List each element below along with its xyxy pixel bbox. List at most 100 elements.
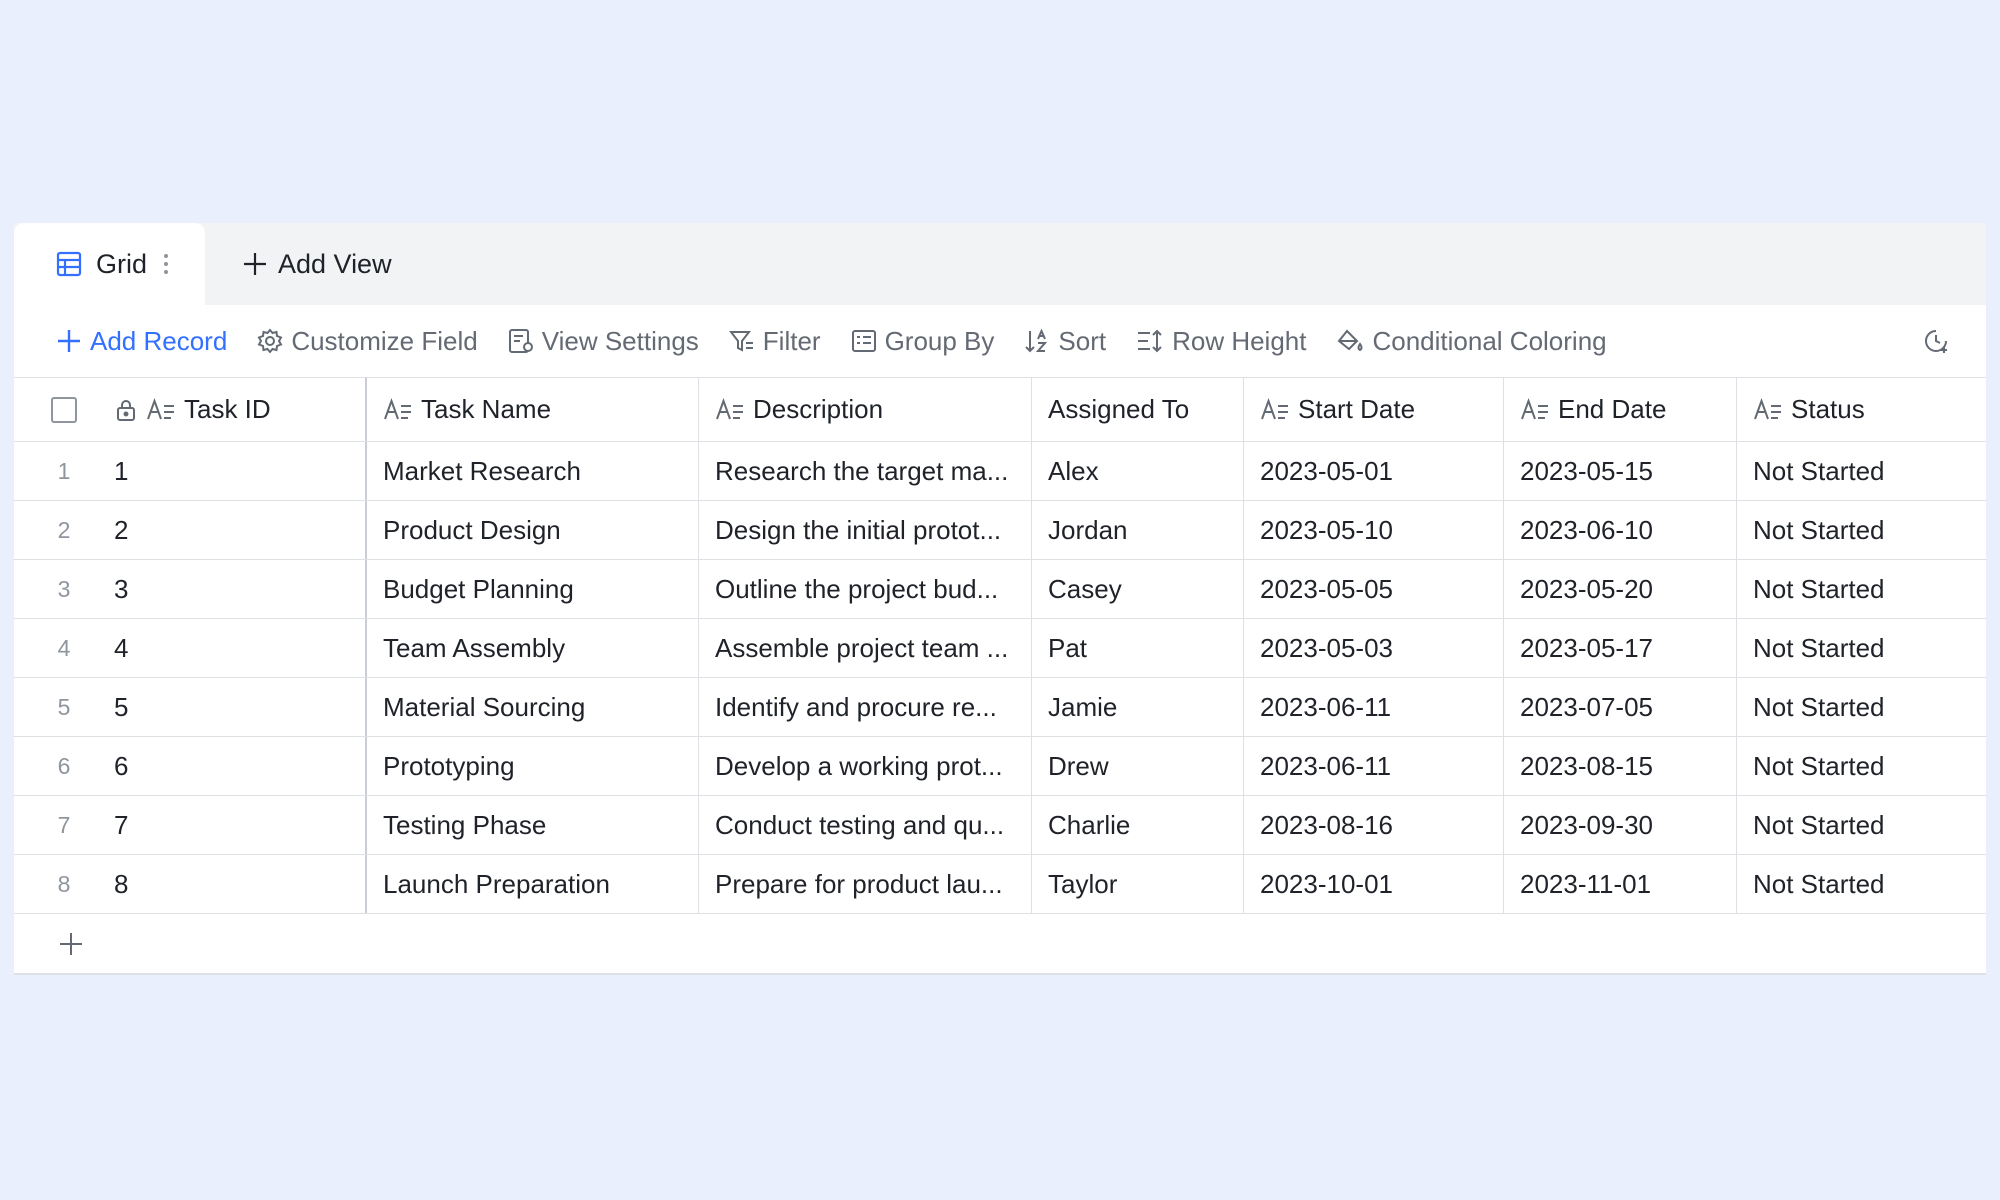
cell-start-date[interactable]: 2023-05-01 <box>1244 442 1504 500</box>
cell-task-id[interactable]: 7 <box>114 796 367 854</box>
cell-task-name[interactable]: Launch Preparation <box>367 855 699 913</box>
header-task-id[interactable]: Task ID <box>114 378 367 441</box>
cell-status[interactable]: Not Started <box>1737 855 1986 913</box>
plus-icon <box>56 328 90 354</box>
cell-description[interactable]: Develop a working prot... <box>699 737 1032 795</box>
cell-end-date[interactable]: 2023-06-10 <box>1504 501 1737 559</box>
cell-status[interactable]: Not Started <box>1737 619 1986 677</box>
cell-task-id[interactable]: 4 <box>114 619 367 677</box>
cell-assigned-to[interactable]: Casey <box>1032 560 1244 618</box>
cell-task-name[interactable]: Prototyping <box>367 737 699 795</box>
add-view-button[interactable]: Add View <box>242 223 392 305</box>
tab-grid-label: Grid <box>96 248 148 279</box>
cell-task-name[interactable]: Team Assembly <box>367 619 699 677</box>
tab-grid[interactable]: Grid <box>14 223 205 305</box>
cell-assigned-to[interactable]: Jordan <box>1032 501 1244 559</box>
cell-status[interactable]: Not Started <box>1737 442 1986 500</box>
table-row[interactable]: 1 1 Market Research Research the target … <box>14 442 1986 501</box>
text-field-icon <box>1753 397 1791 422</box>
cell-end-date[interactable]: 2023-07-05 <box>1504 678 1737 736</box>
table-row[interactable]: 5 5 Material Sourcing Identify and procu… <box>14 678 1986 737</box>
cell-task-id[interactable]: 2 <box>114 501 367 559</box>
group-by-icon <box>851 328 885 354</box>
cell-status[interactable]: Not Started <box>1737 501 1986 559</box>
cell-description[interactable]: Outline the project bud... <box>699 560 1032 618</box>
view-settings-icon <box>508 328 542 354</box>
cell-end-date[interactable]: 2023-08-15 <box>1504 737 1737 795</box>
cell-start-date[interactable]: 2023-06-11 <box>1244 737 1504 795</box>
cell-end-date[interactable]: 2023-05-15 <box>1504 442 1737 500</box>
history-icon[interactable] <box>1922 327 1950 355</box>
view-settings-button[interactable]: View Settings <box>508 326 699 357</box>
cell-task-id[interactable]: 5 <box>114 678 367 736</box>
cell-description[interactable]: Design the initial protot... <box>699 501 1032 559</box>
cell-description[interactable]: Research the target ma... <box>699 442 1032 500</box>
group-by-button[interactable]: Group By <box>851 326 994 357</box>
row-index: 2 <box>57 516 71 543</box>
cell-task-id[interactable]: 1 <box>114 442 367 500</box>
cell-assigned-to[interactable]: Drew <box>1032 737 1244 795</box>
more-vertical-icon[interactable] <box>163 253 169 275</box>
cell-task-id[interactable]: 3 <box>114 560 367 618</box>
add-row-button[interactable] <box>14 914 1986 973</box>
select-all-checkbox[interactable] <box>51 396 77 423</box>
cell-end-date[interactable]: 2023-05-17 <box>1504 619 1737 677</box>
cell-task-id[interactable]: 6 <box>114 737 367 795</box>
plus-icon <box>58 931 84 957</box>
cell-end-date[interactable]: 2023-11-01 <box>1504 855 1737 913</box>
cell-assigned-to[interactable]: Taylor <box>1032 855 1244 913</box>
cell-start-date[interactable]: 2023-10-01 <box>1244 855 1504 913</box>
table-row[interactable]: 2 2 Product Design Design the initial pr… <box>14 501 1986 560</box>
cell-status[interactable]: Not Started <box>1737 678 1986 736</box>
table-row[interactable]: 3 3 Budget Planning Outline the project … <box>14 560 1986 619</box>
cell-task-name[interactable]: Material Sourcing <box>367 678 699 736</box>
customize-field-button[interactable]: Customize Field <box>257 325 478 357</box>
cell-end-date[interactable]: 2023-09-30 <box>1504 796 1737 854</box>
cell-description[interactable]: Assemble project team ... <box>699 619 1032 677</box>
header-status[interactable]: Status <box>1737 378 1986 441</box>
header-description[interactable]: Description <box>699 378 1032 441</box>
add-record-button[interactable]: Add Record <box>56 326 227 357</box>
customize-field-label: Customize Field <box>291 325 478 356</box>
cell-assigned-to[interactable]: Jamie <box>1032 678 1244 736</box>
cell-task-id[interactable]: 8 <box>114 855 367 913</box>
header-task-name-label: Task Name <box>421 394 552 424</box>
row-index: 5 <box>57 693 71 720</box>
conditional-coloring-button[interactable]: Conditional Coloring <box>1336 326 1607 357</box>
cell-status[interactable]: Not Started <box>1737 560 1986 618</box>
cell-start-date[interactable]: 2023-08-16 <box>1244 796 1504 854</box>
row-index: 3 <box>57 575 71 602</box>
sort-button[interactable]: Sort <box>1024 326 1106 357</box>
cell-task-name[interactable]: Budget Planning <box>367 560 699 618</box>
row-height-icon <box>1136 328 1172 354</box>
cell-description[interactable]: Identify and procure re... <box>699 678 1032 736</box>
header-end-date[interactable]: End Date <box>1504 378 1737 441</box>
cell-start-date[interactable]: 2023-05-03 <box>1244 619 1504 677</box>
row-index: 8 <box>57 870 71 897</box>
table-row[interactable]: 8 8 Launch Preparation Prepare for produ… <box>14 855 1986 914</box>
cell-assigned-to[interactable]: Pat <box>1032 619 1244 677</box>
cell-status[interactable]: Not Started <box>1737 796 1986 854</box>
table-row[interactable]: 6 6 Prototyping Develop a working prot..… <box>14 737 1986 796</box>
cell-start-date[interactable]: 2023-06-11 <box>1244 678 1504 736</box>
cell-assigned-to[interactable]: Alex <box>1032 442 1244 500</box>
cell-task-name[interactable]: Testing Phase <box>367 796 699 854</box>
cell-assigned-to[interactable]: Charlie <box>1032 796 1244 854</box>
cell-description[interactable]: Prepare for product lau... <box>699 855 1032 913</box>
header-assigned-to[interactable]: Assigned To <box>1032 378 1244 441</box>
select-all-cell <box>14 378 114 441</box>
cell-task-name[interactable]: Market Research <box>367 442 699 500</box>
row-height-button[interactable]: Row Height <box>1136 326 1306 357</box>
cell-description[interactable]: Conduct testing and qu... <box>699 796 1032 854</box>
cell-start-date[interactable]: 2023-05-10 <box>1244 501 1504 559</box>
filter-button[interactable]: Filter <box>728 326 821 357</box>
cell-status[interactable]: Not Started <box>1737 737 1986 795</box>
view-settings-label: View Settings <box>541 325 699 356</box>
header-start-date[interactable]: Start Date <box>1244 378 1504 441</box>
cell-end-date[interactable]: 2023-05-20 <box>1504 560 1737 618</box>
table-row[interactable]: 4 4 Team Assembly Assemble project team … <box>14 619 1986 678</box>
cell-task-name[interactable]: Product Design <box>367 501 699 559</box>
table-row[interactable]: 7 7 Testing Phase Conduct testing and qu… <box>14 796 1986 855</box>
cell-start-date[interactable]: 2023-05-05 <box>1244 560 1504 618</box>
header-task-name[interactable]: Task Name <box>367 378 699 441</box>
